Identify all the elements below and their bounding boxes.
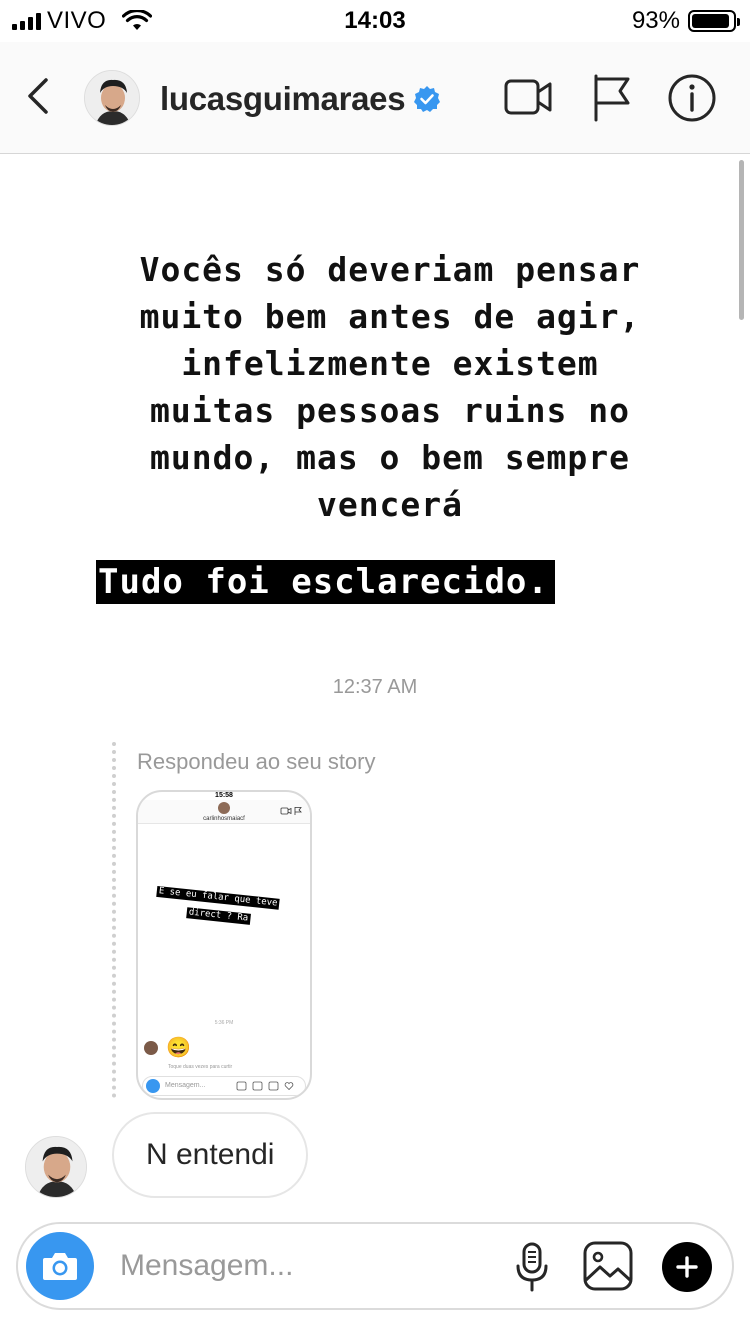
thumb-header: carlinhosmaiacf	[138, 800, 310, 824]
thumb-story-text: E se eu falar que teve direct ? Ra	[154, 880, 295, 930]
avatar-image	[85, 71, 139, 125]
thumb-story-line-2: direct ? Ra	[186, 907, 251, 925]
plus-button[interactable]	[662, 1242, 712, 1292]
reply-thread-line	[112, 742, 116, 1098]
message-timestamp: 12:37 AM	[332, 676, 418, 698]
battery-icon	[688, 10, 740, 32]
thumb-avatar	[218, 802, 230, 814]
story-text: Vocês só deveriam pensar muito bem antes…	[139, 250, 641, 524]
story-highlight-text: Tudo foi esclarecido.	[96, 560, 555, 604]
message-input[interactable]	[120, 1246, 500, 1286]
thumb-time: 15:58	[215, 792, 233, 799]
thumb-message-row: 😄	[144, 1038, 191, 1058]
info-icon[interactable]	[666, 72, 720, 124]
thumb-composer: Mensagem...	[142, 1076, 306, 1096]
avatar[interactable]	[84, 70, 140, 126]
microphone-icon[interactable]	[510, 1240, 554, 1294]
thumb-username: carlinhosmaiacf	[203, 816, 245, 822]
battery-fill	[692, 14, 730, 28]
status-right: 93%	[631, 7, 740, 35]
sender-avatar-image	[26, 1137, 86, 1197]
status-bar: VIVO 14:03 93%	[0, 0, 750, 42]
thumb-emoji: 😄	[166, 1037, 191, 1059]
verified-badge-icon	[414, 86, 441, 112]
thumb-header-icons	[280, 807, 302, 815]
back-icon[interactable]	[20, 74, 60, 118]
chat-header: lucasguimaraes	[0, 42, 750, 154]
username-wrap[interactable]: lucasguimaraes	[160, 80, 441, 118]
battery-percentage: 93%	[631, 7, 680, 34]
plus-icon	[676, 1256, 698, 1278]
video-call-icon[interactable]	[502, 72, 556, 124]
gallery-icon[interactable]	[582, 1240, 634, 1292]
camera-icon	[43, 1253, 77, 1280]
flag-icon[interactable]	[588, 72, 642, 124]
thumb-placeholder: Mensagem...	[165, 1082, 206, 1089]
thumb-story-line-1: E se eu falar que teve	[156, 885, 280, 910]
story-thumbnail[interactable]: 15:58 carlinhosmaiacf E se eu falar que …	[136, 790, 312, 1100]
reply-label: Respondeu ao seu story	[137, 749, 376, 774]
camera-button[interactable]	[26, 1232, 94, 1300]
sender-avatar[interactable]	[25, 1136, 87, 1198]
thumb-like-hint: Toque duas vezes para curtir	[168, 1064, 233, 1070]
thumb-camera-icon	[146, 1079, 160, 1093]
message-composer	[16, 1222, 734, 1310]
username[interactable]: lucasguimaraes	[160, 80, 406, 118]
thumb-timestamp: 5:36 PM	[214, 1020, 234, 1026]
message-bubble[interactable]: N entendi	[112, 1112, 309, 1198]
scroll-indicator[interactable]	[739, 160, 744, 320]
thumb-message-avatar	[144, 1041, 158, 1055]
thumb-toolbar-icons	[236, 1081, 294, 1091]
